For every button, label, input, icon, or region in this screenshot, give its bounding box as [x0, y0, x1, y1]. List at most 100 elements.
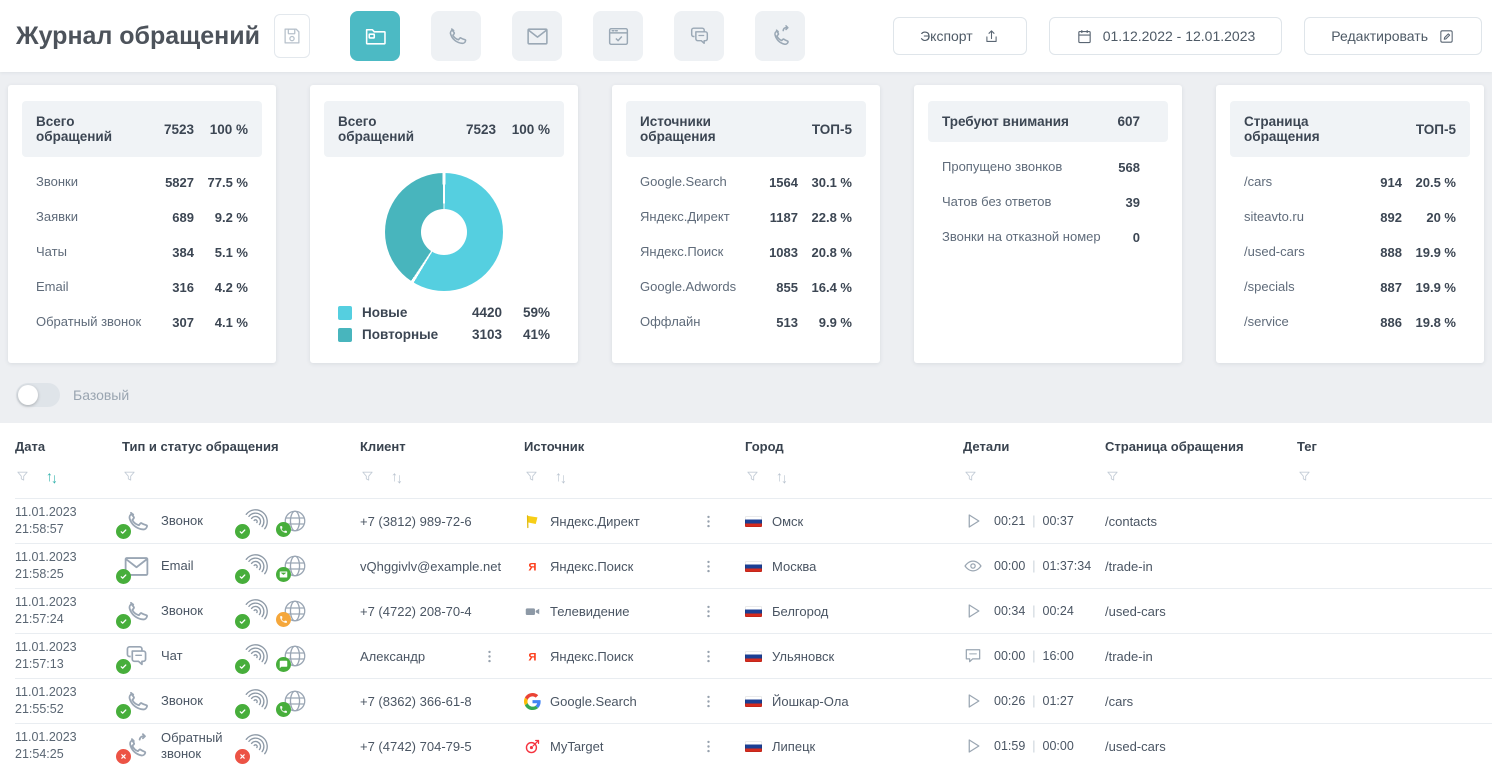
legend-value: 4420	[450, 305, 502, 320]
chat-icon	[687, 24, 712, 49]
stat-label: /cars	[1244, 174, 1356, 191]
card-value: 607	[1108, 114, 1154, 129]
row-date: 11.01.2023	[15, 594, 122, 612]
stat-label: /service	[1244, 314, 1356, 331]
city-name: Москва	[772, 559, 816, 574]
menu-dots-icon[interactable]	[700, 513, 717, 530]
globe-icon	[282, 508, 308, 534]
cross-badge-icon	[116, 749, 131, 764]
date-cell: 11.01.202321:54:25	[15, 729, 122, 764]
type-status-cell: Обратный звонок	[122, 730, 360, 761]
city-name: Белгород	[772, 604, 828, 619]
menu-dots-icon[interactable]	[481, 648, 498, 665]
client-cell: +7 (4722) 208-70-4	[360, 604, 524, 619]
toggle-knob	[18, 385, 38, 405]
funnel-icon[interactable]	[1297, 469, 1312, 484]
menu-dots-icon[interactable]	[700, 603, 717, 620]
channel-filter-mail[interactable]	[512, 11, 562, 61]
save-report-button[interactable]	[274, 14, 310, 58]
stat-row: Звонки на отказной номер0	[928, 220, 1168, 255]
column-header: Дата ↑↓	[15, 439, 122, 498]
source-label: MyTarget	[550, 739, 700, 754]
export-button[interactable]: Экспорт	[893, 17, 1027, 55]
sort-icon[interactable]: ↑↓	[391, 469, 401, 483]
globe-icon	[282, 598, 308, 624]
funnel-icon[interactable]	[745, 469, 760, 484]
legend-label: Новые	[362, 305, 450, 320]
column-label: Дата	[15, 439, 122, 454]
fingerprint-icon	[241, 732, 270, 761]
menu-dots-icon[interactable]	[700, 558, 717, 575]
stat-pct: 77.5 %	[194, 175, 248, 190]
menu-dots-icon[interactable]	[700, 738, 717, 755]
edit-button[interactable]: Редактировать	[1304, 17, 1482, 55]
date-range-button[interactable]: 01.12.2022 - 12.01.2023	[1049, 17, 1283, 55]
menu-dots-icon[interactable]	[700, 648, 717, 665]
channel-filter-form[interactable]	[593, 11, 643, 61]
stat-label: Чаты	[36, 244, 148, 261]
funnel-icon[interactable]	[360, 469, 375, 484]
city-cell: Москва	[745, 559, 963, 574]
toggle-label: Базовый	[73, 387, 129, 403]
legend-pct: 59%	[502, 305, 550, 320]
funnel-icon[interactable]	[1105, 469, 1120, 484]
mail-icon	[122, 552, 151, 581]
stat-pct: 9.2 %	[194, 210, 248, 225]
funnel-icon[interactable]	[524, 469, 539, 484]
phone-callback-icon	[122, 732, 151, 761]
form-icon	[606, 24, 631, 49]
source-label: Яндекс.Поиск	[550, 559, 700, 574]
chat-screen-icon[interactable]	[963, 646, 983, 666]
details-time-2: 01:37:34	[1043, 559, 1092, 573]
details-time-1: 00:00	[994, 649, 1025, 663]
play-icon[interactable]	[963, 691, 983, 711]
channel-filter-folder[interactable]	[350, 11, 400, 61]
client-cell: +7 (3812) 989-72-6	[360, 514, 524, 529]
row-time: 21:57:24	[15, 611, 122, 629]
stat-label: Звонки	[36, 174, 148, 191]
table-row: 11.01.202321:55:52Звонок+7 (8362) 366-61…	[15, 678, 1492, 723]
play-icon[interactable]	[963, 736, 983, 756]
funnel-icon[interactable]	[15, 469, 30, 484]
type-label: Обратный звонок	[161, 730, 227, 761]
play-icon[interactable]	[963, 601, 983, 621]
city-name: Ульяновск	[772, 649, 834, 664]
funnel-icon[interactable]	[963, 469, 978, 484]
view-toggle-row: Базовый	[0, 363, 1492, 423]
menu-dots-icon[interactable]	[700, 693, 717, 710]
sort-icon[interactable]: ↑↓	[46, 469, 56, 483]
channel-filter-buttons	[350, 11, 836, 61]
stat-label: /specials	[1244, 279, 1356, 296]
type-status-cell: Email	[122, 552, 360, 581]
column-header: Источник ↑↓	[524, 439, 745, 498]
channel-filter-chat[interactable]	[674, 11, 724, 61]
details-cell: 00:21|00:37	[963, 511, 1105, 531]
type-label: Чат	[161, 648, 227, 664]
sort-icon[interactable]: ↑↓	[555, 469, 565, 483]
column-label: Источник	[524, 439, 745, 454]
city-cell: Белгород	[745, 604, 963, 619]
stat-pct: 20.5 %	[1402, 175, 1456, 190]
row-time: 21:58:57	[15, 521, 122, 539]
row-date: 11.01.2023	[15, 504, 122, 522]
stat-value: 1187	[752, 210, 798, 225]
page-cell: /trade-in	[1105, 649, 1297, 664]
card-title: Требуют внимания	[942, 114, 1108, 129]
stat-row: Email3164.2 %	[22, 270, 262, 305]
legend-label: Повторные	[362, 327, 450, 342]
play-icon[interactable]	[963, 511, 983, 531]
legend-swatch	[338, 306, 352, 320]
source-label: Google.Search	[550, 694, 700, 709]
basic-view-toggle[interactable]	[16, 383, 60, 407]
yandex-direct-icon	[524, 513, 541, 530]
channel-filter-phone[interactable]	[431, 11, 481, 61]
svg-text:Я: Я	[528, 561, 536, 573]
legend-pct: 41%	[502, 327, 550, 342]
eye-icon[interactable]	[963, 556, 983, 576]
channel-filter-phone-callback[interactable]	[755, 11, 805, 61]
russia-flag-icon	[745, 606, 762, 617]
source-cell: Яндекс.Директ	[524, 513, 745, 530]
sort-icon[interactable]: ↑↓	[776, 469, 786, 483]
funnel-icon[interactable]	[122, 469, 137, 484]
upload-icon	[983, 28, 1000, 45]
